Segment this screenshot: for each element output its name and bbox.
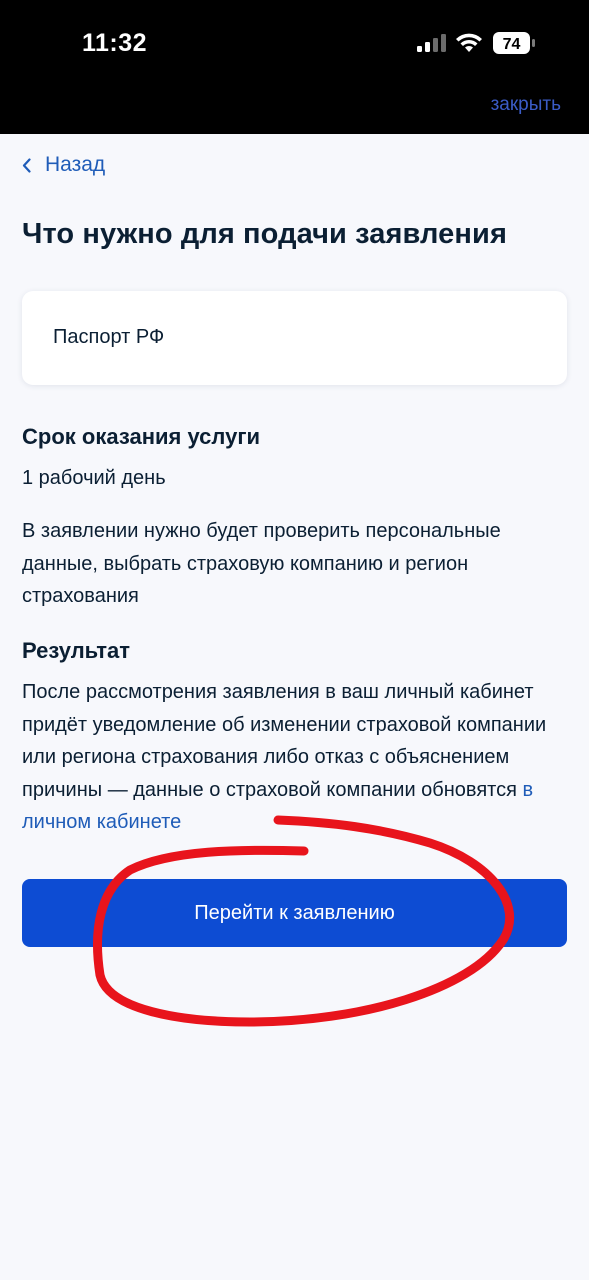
status-time: 11:32 xyxy=(82,29,148,57)
cellular-signal-icon xyxy=(417,34,446,52)
battery-level: 74 xyxy=(503,36,521,53)
battery-icon: 74 xyxy=(493,32,535,54)
back-label: Назад xyxy=(45,153,106,176)
back-button[interactable]: Назад xyxy=(22,153,105,177)
chevron-left-icon xyxy=(22,157,31,173)
result-heading: Результат xyxy=(22,638,131,663)
result-text-body: После рассмотрения заявления в ваш личны… xyxy=(22,681,547,801)
go-to-application-button[interactable]: Перейти к заявлению xyxy=(22,879,567,947)
document-card-label: Паспорт РФ xyxy=(53,326,165,348)
result-text: После рассмотрения заявления в ваш личны… xyxy=(22,676,567,839)
top-bar: 11:32 74 закрыть xyxy=(0,0,589,134)
term-value: 1 рабочий день xyxy=(22,467,166,489)
term-heading: Срок оказания услуги xyxy=(22,424,261,449)
page-title: Что нужно для подачи заявления xyxy=(22,218,507,250)
close-link[interactable]: закрыть xyxy=(491,94,561,116)
application-note: В заявлении нужно будет проверить персон… xyxy=(22,520,501,607)
document-card: Паспорт РФ xyxy=(22,291,567,385)
wifi-icon xyxy=(456,33,482,52)
